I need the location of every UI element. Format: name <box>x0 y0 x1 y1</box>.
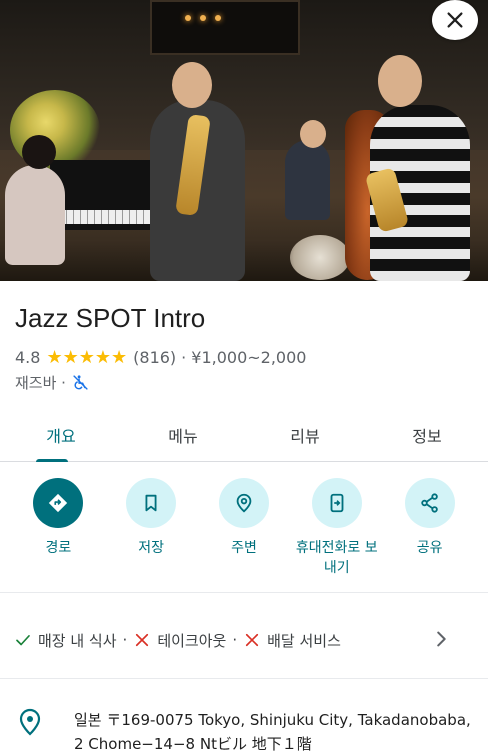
directions-button[interactable]: 경로 <box>13 478 103 578</box>
place-photo[interactable] <box>0 0 488 281</box>
directions-icon <box>49 493 68 513</box>
takeout-label: 테이크아웃 <box>157 631 227 650</box>
share-circle[interactable] <box>404 478 455 528</box>
address-text: 일본 〒169-0075 Tokyo, Shinjuku City, Takad… <box>74 711 471 751</box>
send-to-phone-label: 휴대전화로 보내기 <box>295 540 378 576</box>
price-range: ¥1,000~2,000 <box>191 348 307 367</box>
nearby-icon <box>236 493 252 513</box>
photo-lamp <box>200 15 206 21</box>
chevron-right-icon <box>437 631 446 647</box>
section-divider <box>0 678 488 679</box>
cross-icon <box>246 633 259 647</box>
review-count[interactable]: (816) <box>133 348 176 367</box>
photo-pianist-head <box>22 135 56 169</box>
share-label: 공유 <box>416 540 443 556</box>
save-label: 저장 <box>138 540 165 556</box>
share-icon <box>420 493 438 513</box>
photo-bassist-head <box>378 55 422 107</box>
save-circle[interactable] <box>126 478 177 528</box>
dine-in-label: 매장 내 식사 <box>38 631 117 650</box>
rating-row[interactable]: 4.8 ★★★★★ (816) · ¥1,000~2,000 <box>15 347 306 368</box>
directions-label: 경로 <box>45 540 72 556</box>
photo-pianist <box>5 165 65 265</box>
photo-drummer <box>285 140 330 220</box>
nearby-button[interactable]: 주변 <box>199 478 289 578</box>
photo-lamp <box>185 15 191 21</box>
close-icon <box>447 12 463 28</box>
photo-drum <box>290 235 350 280</box>
place-category[interactable]: 재즈바 · <box>15 372 66 393</box>
photo-drummer-head <box>300 120 326 148</box>
rating-value: 4.8 <box>15 348 41 367</box>
service-separator: · <box>122 631 128 649</box>
nearby-label: 주변 <box>231 540 257 556</box>
rating-separator: · <box>181 348 187 367</box>
directions-circle[interactable] <box>33 478 84 528</box>
section-divider <box>0 592 488 593</box>
wheelchair-not-accessible-icon <box>73 375 88 390</box>
bookmark-icon <box>145 494 157 512</box>
photo-lamp <box>215 15 221 21</box>
service-options-row[interactable]: 매장 내 식사 · 테이크아웃 · 배달 서비스 <box>14 625 474 655</box>
address-row[interactable]: 일본 〒169-0075 Tokyo, Shinjuku City, Takad… <box>18 708 478 751</box>
delivery-label: 배달 서비스 <box>267 631 341 650</box>
rating-stars-icon: ★★★★★ <box>46 347 128 368</box>
close-button[interactable] <box>432 0 478 40</box>
share-button[interactable]: 공유 <box>385 478 475 578</box>
tab-reviews[interactable]: 리뷰 <box>244 412 366 461</box>
send-to-phone-button[interactable]: 휴대전화로 보내기 <box>292 478 382 578</box>
tab-menu[interactable]: 메뉴 <box>122 412 244 461</box>
action-bar: 경로 저장 주변 휴대전화로 보내기 공유 <box>0 478 488 578</box>
tab-info[interactable]: 정보 <box>366 412 488 461</box>
nearby-circle[interactable] <box>218 478 269 528</box>
photo-shelf <box>150 0 300 55</box>
category-row: 재즈바 · <box>15 372 89 393</box>
check-icon <box>16 635 30 646</box>
send-to-phone-circle[interactable] <box>311 478 362 528</box>
cross-icon <box>136 633 149 647</box>
tab-overview[interactable]: 개요 <box>0 412 122 462</box>
service-separator: · <box>232 631 238 649</box>
save-button[interactable]: 저장 <box>106 478 196 578</box>
tab-bar: 개요 메뉴 리뷰 정보 <box>0 412 488 462</box>
send-to-phone-icon <box>330 493 344 513</box>
photo-saxophonist-head <box>172 62 212 108</box>
place-title: Jazz SPOT Intro <box>15 303 206 333</box>
location-pin-icon <box>19 708 41 736</box>
